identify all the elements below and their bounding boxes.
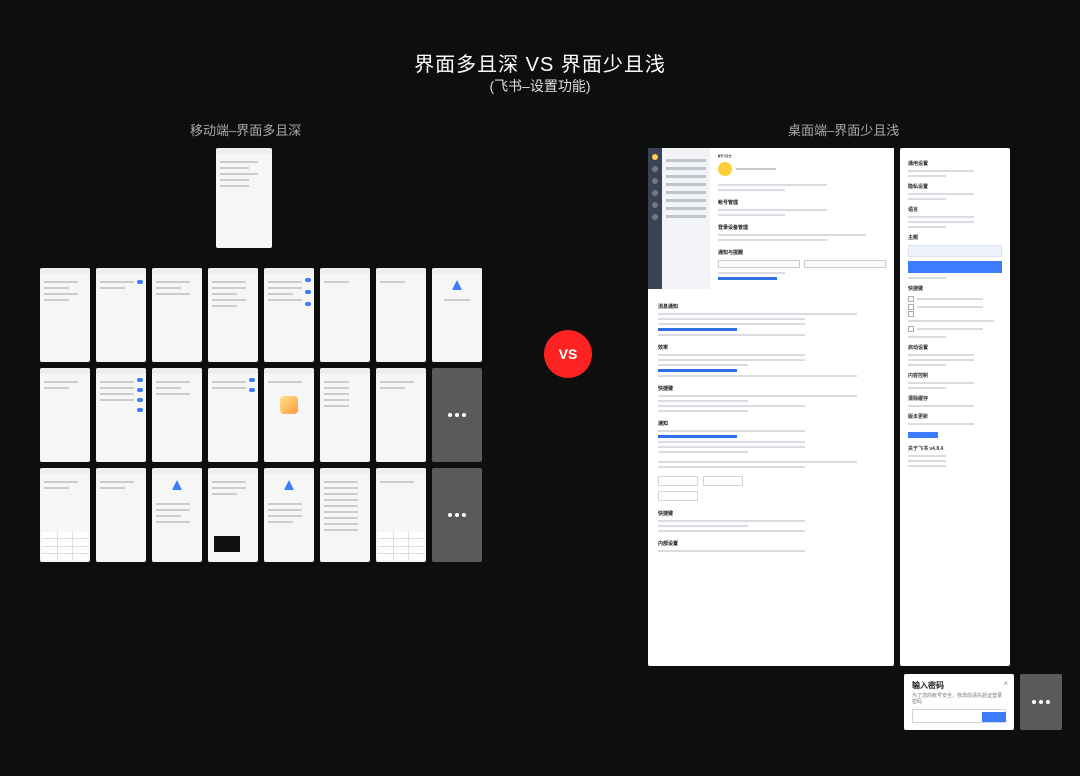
- mobile-screen-root: [216, 148, 272, 248]
- dialog-title: 输入密码: [912, 680, 1006, 691]
- section-title: 关于飞书 v4.8.4: [908, 445, 1002, 452]
- comparison-canvas: 界面多且深 VS 界面少且浅 (飞书–设置功能) 移动端–界面多且深 桌面端–界…: [0, 0, 1080, 776]
- mobile-screen: [40, 368, 90, 462]
- mobile-screen: [208, 468, 258, 562]
- rail-icon: [652, 190, 658, 196]
- section-title: 消息通知: [658, 303, 884, 310]
- desktop-settings-window: 帐号与安全 帐号管理 登录设备管理 通知与提醒 消息通知 效率 快捷键 通知: [648, 148, 894, 666]
- app-logo-icon: [284, 480, 294, 490]
- settings-nav: [662, 148, 710, 289]
- page-subtitle: (飞书–设置功能): [0, 76, 1080, 96]
- section-title: 内容控制: [908, 372, 1002, 379]
- link[interactable]: [658, 435, 737, 438]
- desktop-column-label: 桌面端–界面少且浅: [788, 120, 899, 139]
- mobile-screen: [96, 468, 146, 562]
- mobile-screens-grid: [40, 268, 490, 562]
- mobile-more-indicator: [432, 368, 482, 462]
- section-title: 清除缓存: [908, 395, 1002, 402]
- rail-icon: [652, 178, 658, 184]
- section-title: 登录设备管理: [718, 224, 886, 231]
- section-title: 通知与提醒: [718, 249, 886, 256]
- mobile-screen: [152, 468, 202, 562]
- desktop-more-indicator: [1020, 674, 1062, 730]
- update-badge[interactable]: [908, 432, 938, 438]
- app-rail: [648, 148, 662, 289]
- rail-avatar-icon: [652, 154, 658, 160]
- section-title: 快捷键: [658, 510, 884, 517]
- section-title: 快捷键: [658, 385, 884, 392]
- theme-option-light[interactable]: [908, 245, 1002, 257]
- app-logo-icon: [452, 280, 462, 290]
- rail-icon: [652, 166, 658, 172]
- mobile-screen: [320, 468, 370, 562]
- mobile-screen: [208, 368, 258, 462]
- rail-icon: [652, 214, 658, 220]
- option-row: [718, 260, 886, 268]
- link[interactable]: [658, 369, 737, 372]
- mobile-screen: [152, 268, 202, 362]
- checkbox[interactable]: [908, 326, 914, 332]
- mobile-screen: [432, 268, 482, 362]
- mobile-screen: [208, 268, 258, 362]
- password-dialog: × 输入密码 为了您的帐号安全，修改前请先验证登录密码: [904, 674, 1014, 730]
- section-title: 通用设置: [908, 160, 1002, 167]
- dialog-hint: 为了您的帐号安全，修改前请先验证登录密码: [912, 693, 1006, 705]
- mobile-screen: [376, 368, 426, 462]
- mobile-screen: [40, 268, 90, 362]
- section-title: 快捷键: [908, 285, 1002, 292]
- tag-chip[interactable]: [658, 476, 698, 486]
- close-icon[interactable]: ×: [1003, 679, 1008, 688]
- mobile-screen: [320, 368, 370, 462]
- app-logo-icon: [172, 480, 182, 490]
- preview-thumbnail: [214, 536, 240, 552]
- checkbox[interactable]: [908, 296, 914, 302]
- section-title: 启动设置: [908, 344, 1002, 351]
- link[interactable]: [718, 277, 777, 280]
- illustration-icon: [280, 396, 298, 414]
- mobile-screen-keypad: [376, 468, 426, 562]
- option-card[interactable]: [804, 260, 886, 268]
- section-title: 版本更新: [908, 413, 1002, 420]
- mobile-screen: [152, 368, 202, 462]
- theme-option-selected[interactable]: [908, 261, 1002, 273]
- page-title: 界面多且深 VS 界面少且浅: [0, 48, 1080, 77]
- mobile-screen: [96, 368, 146, 462]
- tag-chip[interactable]: [658, 491, 698, 501]
- vs-badge: VS: [544, 330, 592, 378]
- section-title: 隐私设置: [908, 183, 1002, 190]
- user-avatar-icon: [718, 162, 732, 176]
- mobile-screen: [96, 268, 146, 362]
- mobile-screen-keypad: [40, 468, 90, 562]
- section-title: 主题: [908, 234, 1002, 241]
- rail-icon: [652, 202, 658, 208]
- checkbox[interactable]: [908, 304, 914, 310]
- checkbox[interactable]: [908, 311, 914, 317]
- mobile-screen: [376, 268, 426, 362]
- desktop-screens: 帐号与安全 帐号管理 登录设备管理 通知与提醒 消息通知 效率 快捷键 通知: [648, 148, 1010, 666]
- section-title: 内部设置: [658, 540, 884, 547]
- settings-content: 帐号与安全 帐号管理 登录设备管理 通知与提醒: [710, 148, 894, 289]
- mobile-screen: [264, 268, 314, 362]
- mobile-column-label: 移动端–界面多且深: [190, 120, 301, 139]
- mobile-more-indicator: [432, 468, 482, 562]
- mobile-screen: [264, 368, 314, 462]
- desktop-settings-panel: 通用设置 隐私设置 语言 主题 快捷键 启动设置 内容控制 清除缓存 版本更新 …: [900, 148, 1010, 666]
- confirm-button[interactable]: [982, 712, 1006, 722]
- mobile-screen: [320, 268, 370, 362]
- section-title: 帐号管理: [718, 199, 886, 206]
- option-card[interactable]: [718, 260, 800, 268]
- mobile-screen: [264, 468, 314, 562]
- section-title: 帐号与安全: [718, 154, 886, 158]
- link[interactable]: [658, 328, 737, 331]
- section-title: 通知: [658, 420, 884, 427]
- section-title: 效率: [658, 344, 884, 351]
- section-title: 语言: [908, 206, 1002, 213]
- tag-chip[interactable]: [703, 476, 743, 486]
